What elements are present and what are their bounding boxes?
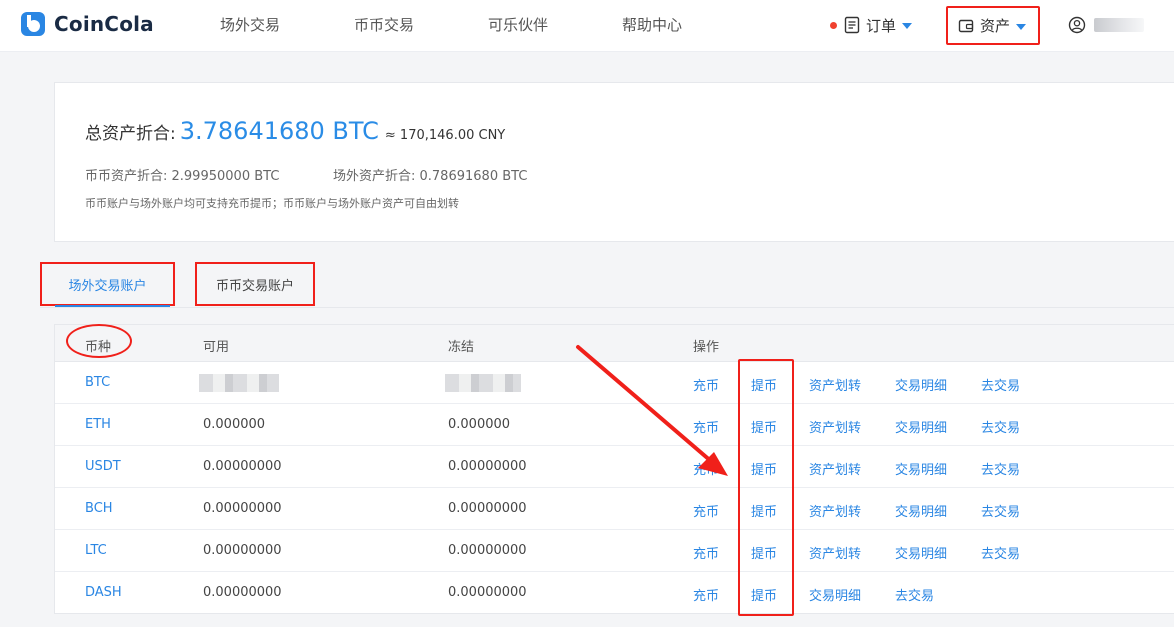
available-amount: 0.00000000	[203, 585, 282, 600]
chevron-down-icon	[902, 23, 913, 29]
tab-spot-account-label: 币币交易账户	[215, 278, 294, 294]
trade-link[interactable]: 去交易	[981, 459, 1020, 478]
table-row: ETH 0.000000 0.000000 充币 提币 资产划转 交易明细 去交…	[55, 404, 1174, 446]
coin-header-highlight	[66, 324, 132, 358]
chevron-down-icon	[1016, 23, 1027, 30]
deposit-link[interactable]: 充币	[693, 417, 719, 436]
total-assets-label: 总资产折合:	[85, 124, 176, 144]
trade-link[interactable]: 去交易	[981, 375, 1020, 394]
wallet-icon	[958, 19, 974, 32]
top-navigation-bar: CoinCola 场外交易 币币交易 可乐伙伴 帮助中心 订单 资产	[0, 0, 1174, 52]
transfer-link[interactable]: 资产划转	[809, 459, 861, 478]
assets-label: 资产	[980, 17, 1011, 35]
orders-menu[interactable]: 订单	[830, 14, 913, 36]
frozen-amount: 0.00000000	[448, 543, 527, 558]
transfer-link[interactable]: 资产划转	[809, 543, 861, 562]
otc-assets-value: 场外资产折合: 0.78691680 BTC	[333, 169, 528, 184]
table-row: LTC 0.00000000 0.00000000 充币 提币 资产划转 交易明…	[55, 530, 1174, 572]
available-redacted	[199, 374, 279, 392]
trade-link[interactable]: 去交易	[981, 501, 1020, 520]
coin-name[interactable]: LTC	[85, 543, 107, 558]
orders-label: 订单	[866, 16, 897, 35]
table-row: USDT 0.00000000 0.00000000 充币 提币 资产划转 交易…	[55, 446, 1174, 488]
deposit-link[interactable]: 充币	[693, 375, 719, 394]
frozen-amount: 0.00000000	[448, 501, 527, 516]
deposit-link[interactable]: 充币	[693, 459, 719, 478]
trade-link[interactable]: 去交易	[981, 417, 1020, 436]
available-amount: 0.00000000	[203, 543, 282, 558]
transfer-link[interactable]: 资产划转	[809, 417, 861, 436]
assets-table: 币种 可用 冻结 操作 BTC 充币 提币 资产划转 交易明细 去交易 ETH …	[54, 324, 1174, 614]
asset-summary-card: 总资产折合: 3.78641680 BTC ≈ 170,146.00 CNY 币…	[54, 82, 1174, 242]
available-amount: 0.00000000	[203, 459, 282, 474]
history-link[interactable]: 交易明细	[895, 375, 947, 394]
account-note: 币币账户与场外账户均可支持充币提币；币币账户与场外账户资产可自由划转	[85, 197, 459, 210]
username-redacted	[1094, 18, 1144, 32]
total-assets-value: 3.78641680 BTC	[179, 117, 379, 145]
history-link[interactable]: 交易明细	[809, 585, 861, 604]
header-available: 可用	[203, 340, 230, 355]
active-tab-indicator	[55, 305, 170, 307]
coin-name[interactable]: BCH	[85, 501, 113, 516]
history-link[interactable]: 交易明细	[895, 417, 947, 436]
history-link[interactable]: 交易明细	[895, 459, 947, 478]
table-row: DASH 0.00000000 0.00000000 充币 提币 交易明细 去交…	[55, 572, 1174, 614]
coin-name[interactable]: BTC	[85, 375, 110, 390]
header-frozen: 冻结	[448, 340, 475, 355]
document-icon	[844, 16, 860, 34]
nav-help-center[interactable]: 帮助中心	[622, 14, 682, 35]
available-amount: 0.000000	[203, 417, 266, 432]
transfer-link[interactable]: 资产划转	[809, 375, 861, 394]
notification-dot	[830, 21, 837, 29]
deposit-link[interactable]: 充币	[693, 543, 719, 562]
history-link[interactable]: 交易明细	[895, 543, 947, 562]
coin-name[interactable]: ETH	[85, 417, 111, 432]
coincola-logo-icon	[21, 12, 45, 36]
deposit-link[interactable]: 充币	[693, 501, 719, 520]
transfer-link[interactable]: 资产划转	[809, 501, 861, 520]
frozen-amount: 0.00000000	[448, 459, 527, 474]
total-assets-cny: ≈ 170,146.00 CNY	[384, 128, 506, 143]
tabs-divider	[40, 307, 1174, 308]
nav-otc-trading[interactable]: 场外交易	[220, 14, 280, 35]
table-row: BTC 充币 提币 资产划转 交易明细 去交易	[55, 362, 1174, 404]
frozen-amount: 0.00000000	[448, 585, 527, 600]
tab-spot-account[interactable]: 币币交易账户	[195, 262, 315, 306]
header-actions: 操作	[693, 340, 720, 355]
frozen-amount: 0.000000	[448, 417, 511, 432]
total-assets-line: 总资产折合: 3.78641680 BTC ≈ 170,146.00 CNY	[85, 117, 505, 145]
spot-assets-value: 币币资产折合: 2.99950000 BTC	[85, 169, 280, 184]
table-row: BCH 0.00000000 0.00000000 充币 提币 资产划转 交易明…	[55, 488, 1174, 530]
user-icon	[1068, 16, 1086, 34]
coin-name[interactable]: USDT	[85, 459, 121, 474]
table-header: 币种 可用 冻结 操作	[55, 325, 1174, 362]
brand-name: CoinCola	[54, 12, 154, 36]
history-link[interactable]: 交易明细	[895, 501, 947, 520]
available-amount: 0.00000000	[203, 501, 282, 516]
withdraw-column-highlight	[738, 359, 794, 616]
frozen-redacted	[445, 374, 521, 392]
nav-partners[interactable]: 可乐伙伴	[488, 14, 548, 35]
deposit-link[interactable]: 充币	[693, 585, 719, 604]
tab-otc-account-label: 场外交易账户	[68, 278, 147, 294]
trade-link[interactable]: 去交易	[981, 543, 1020, 562]
assets-menu[interactable]: 资产	[946, 6, 1040, 45]
nav-spot-trading[interactable]: 币币交易	[354, 14, 414, 35]
trade-link[interactable]: 去交易	[895, 585, 934, 604]
user-menu[interactable]	[1068, 14, 1144, 36]
coin-name[interactable]: DASH	[85, 585, 122, 600]
tab-otc-account[interactable]: 场外交易账户	[40, 262, 175, 306]
coincola-logo[interactable]: CoinCola	[20, 10, 154, 38]
